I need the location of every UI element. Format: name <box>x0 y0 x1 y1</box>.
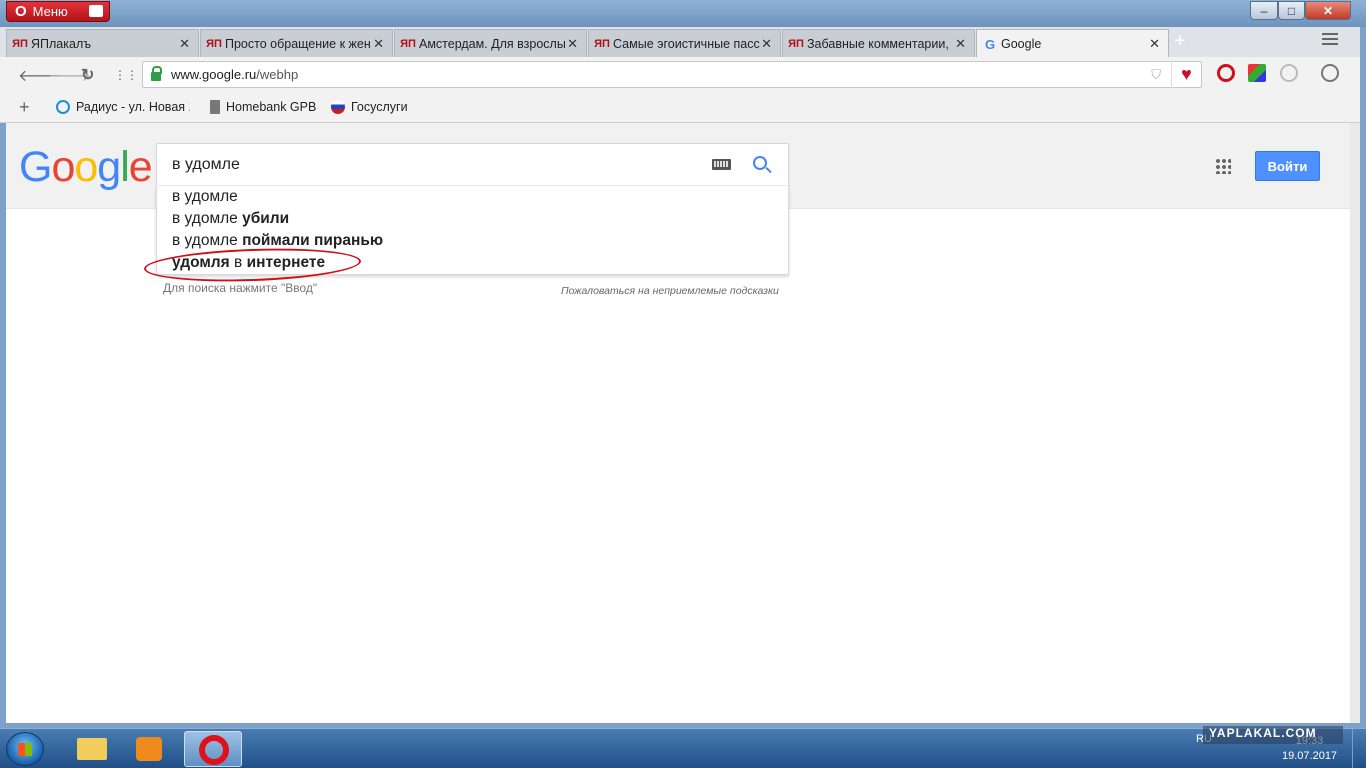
page-icon <box>210 100 220 114</box>
tab-close-icon[interactable]: ✕ <box>373 36 384 52</box>
tab-egoistichnye[interactable]: ЯП Самые эгоистичные пасс ✕ <box>588 29 781 57</box>
bookmark-gosuslugi[interactable]: Госуслуги <box>331 100 408 114</box>
tab-title: Забавные комментарии, <box>807 36 949 51</box>
opera-menu-button[interactable]: O Меню <box>6 1 110 22</box>
tab-title: Просто обращение к жен <box>225 36 371 51</box>
address-field[interactable]: www.google.ru/webhp ⛉ ♥ <box>142 61 1202 88</box>
tab-strip: ЯП ЯПлакалъ ✕ ЯП Просто обращение к жен … <box>0 27 1366 58</box>
opera-icon <box>199 735 229 765</box>
extension-icon[interactable] <box>1248 64 1266 82</box>
flag-icon <box>89 5 103 17</box>
shield-icon[interactable]: ⛉ <box>1151 67 1161 83</box>
tab-close-icon[interactable]: ✕ <box>179 36 190 52</box>
yaplakal-favicon-icon: ЯП <box>400 37 416 50</box>
report-suggestions-link[interactable]: Пожаловаться на неприемлемые подсказки <box>561 285 779 297</box>
tab-yaplakal[interactable]: ЯП ЯПлакалъ ✕ <box>6 29 199 57</box>
bookmark-radius[interactable]: Радиус - ул. Новая 1( <box>56 100 190 114</box>
web-page: Google в удомле Войти в удомле в удомле … <box>6 123 1350 723</box>
bookmark-label: Радиус - ул. Новая 1( <box>76 100 190 114</box>
lock-icon <box>151 66 162 81</box>
window-border <box>1360 27 1366 727</box>
close-window-button[interactable]: ✕ <box>1305 1 1351 20</box>
folder-icon <box>77 738 107 760</box>
clock-date: 19.07.2017 <box>1282 750 1338 762</box>
tab-title: ЯПлакалъ <box>31 36 92 51</box>
vpn-icon[interactable] <box>1280 64 1298 82</box>
bookmark-homebank[interactable]: Homebank GPB <box>210 100 316 114</box>
tab-menu-icon[interactable] <box>1322 33 1338 48</box>
tab-close-icon[interactable]: ✕ <box>1149 36 1160 52</box>
vertical-scrollbar[interactable] <box>1350 123 1360 723</box>
google-favicon-icon: G <box>984 36 996 52</box>
menu-label: Меню <box>32 4 68 19</box>
taskbar-media-player[interactable] <box>122 731 180 767</box>
tab-amsterdam[interactable]: ЯП Амстердам. Для взрослы ✕ <box>394 29 587 57</box>
russia-flag-icon <box>331 100 345 114</box>
tab-title: Амстердам. Для взрослы <box>419 36 566 51</box>
tab-zabavnye[interactable]: ЯП Забавные комментарии, ✕ <box>782 29 975 57</box>
suggestion-item[interactable]: в удомле убили <box>172 210 289 228</box>
search-input[interactable]: в удомле <box>156 143 789 186</box>
media-player-icon <box>136 737 162 761</box>
suggestion-item[interactable]: в удомле <box>172 188 238 206</box>
tab-title: Google <box>1001 37 1042 51</box>
bookmark-label: Госуслуги <box>351 100 408 114</box>
suggestion-item[interactable]: в удомле поймали пиранью <box>172 232 383 250</box>
yaplakal-favicon-icon: ЯП <box>594 37 610 50</box>
tab-google[interactable]: G Google ✕ <box>976 29 1169 58</box>
taskbar-opera[interactable] <box>184 731 242 767</box>
bookmark-label: Homebank GPB <box>226 100 317 114</box>
new-tab-button[interactable]: + <box>1174 30 1186 53</box>
yaplakal-favicon-icon: ЯП <box>788 37 804 50</box>
windows-taskbar: RU 19:33 19.07.2017 <box>0 728 1366 768</box>
url-text: www.google.ru/webhp <box>171 67 299 82</box>
tab-close-icon[interactable]: ✕ <box>761 36 772 52</box>
yaplakal-favicon-icon: ЯП <box>12 37 28 50</box>
window-border <box>0 123 6 727</box>
keyboard-icon[interactable] <box>712 159 731 170</box>
add-bookmark-button[interactable]: + <box>19 97 30 118</box>
download-icon[interactable] <box>1321 64 1339 82</box>
tab-close-icon[interactable]: ✕ <box>955 36 966 52</box>
search-icon[interactable] <box>753 156 767 170</box>
start-button[interactable] <box>6 732 44 766</box>
minimize-button[interactable]: – <box>1250 1 1278 20</box>
opera-logo-icon: O <box>15 3 27 20</box>
maximize-button[interactable]: □ <box>1278 1 1305 20</box>
radius-icon <box>56 100 70 114</box>
apps-grid-icon[interactable] <box>1215 158 1231 174</box>
show-desktop-button[interactable] <box>1352 729 1366 768</box>
taskbar-explorer[interactable] <box>62 731 120 767</box>
enter-hint: Для поиска нажмите "Ввод" <box>163 281 318 295</box>
heart-icon[interactable]: ♥ <box>1171 61 1201 88</box>
tab-obrashchenie[interactable]: ЯП Просто обращение к жен ✕ <box>200 29 393 57</box>
reload-button[interactable]: ↻ <box>81 65 94 85</box>
address-toolbar: 🡐 🡒 ↻ ⋮⋮ www.google.ru/webhp ⛉ ♥ <box>0 57 1366 92</box>
speed-dial-icon[interactable]: ⋮⋮ <box>114 68 138 82</box>
bookmarks-bar: + Радиус - ул. Новая 1( Homebank GPB Гос… <box>0 92 1366 123</box>
search-query: в удомле <box>172 156 240 173</box>
tab-title: Самые эгоистичные пасс <box>613 36 760 51</box>
signin-button[interactable]: Войти <box>1255 151 1320 181</box>
watermark: YAPLAKAL.COM <box>1203 726 1343 744</box>
window-titlebar: O Меню – □ ✕ <box>0 0 1366 27</box>
yaplakal-favicon-icon: ЯП <box>206 37 222 50</box>
tab-close-icon[interactable]: ✕ <box>567 36 578 52</box>
opera-adblock-icon[interactable] <box>1217 64 1235 82</box>
google-logo[interactable]: Google <box>19 143 153 192</box>
